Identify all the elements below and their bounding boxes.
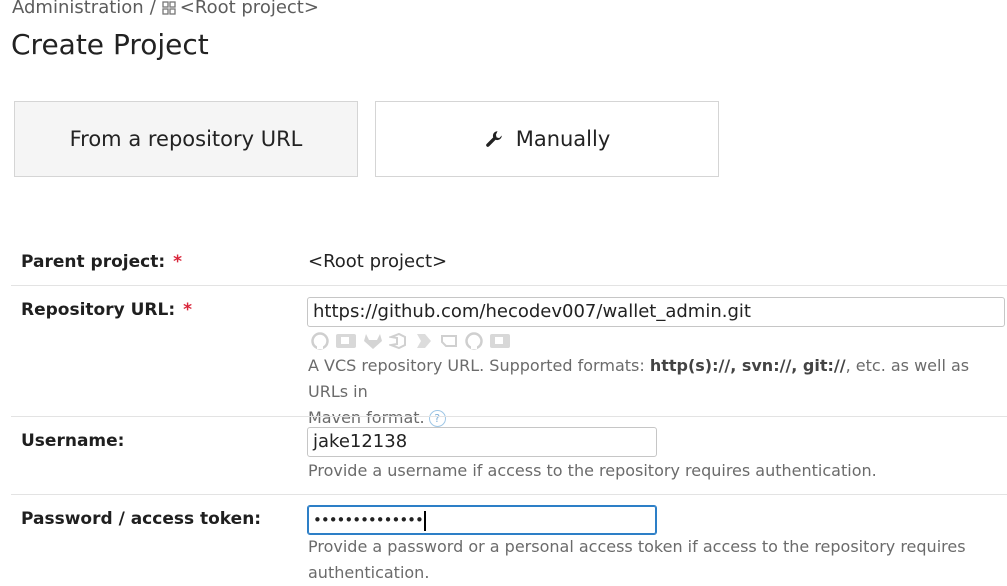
text-cursor [423, 510, 426, 531]
wrench-icon [485, 131, 502, 147]
parent-project-label: Parent project: * [21, 252, 182, 272]
bitbucket-icon[interactable] [335, 332, 357, 350]
label-text: Parent project: [21, 252, 166, 272]
github-icon[interactable] [311, 332, 329, 350]
gitlab-icon[interactable] [363, 332, 383, 350]
help-icon[interactable]: ? [428, 410, 446, 427]
divider [11, 285, 1007, 286]
breadcrumb-root-project-link[interactable]: <Root project> [180, 0, 319, 18]
divider [11, 416, 1007, 417]
bitbucket-cloud-icon[interactable] [489, 332, 511, 350]
password-label: Password / access token: [21, 509, 262, 529]
repository-url-label: Repository URL: * [21, 300, 192, 320]
project-icon [162, 0, 176, 15]
azure-devops-icon[interactable] [389, 332, 407, 350]
github-enterprise-icon[interactable] [465, 332, 483, 350]
hint-text: Maven format. [308, 408, 425, 427]
divider [11, 494, 1007, 495]
breadcrumb: Administration / <Root project> [12, 0, 319, 18]
tab-manually[interactable]: Manually [375, 101, 719, 177]
space-icon[interactable] [439, 332, 459, 350]
username-hint: Provide a username if access to the repo… [308, 461, 877, 480]
password-input[interactable]: •••••••••••••• [307, 505, 657, 535]
hint-text: Provide a password or a personal access … [308, 537, 966, 556]
vcs-icons [311, 332, 511, 350]
breadcrumb-administration-link[interactable]: Administration [12, 0, 144, 18]
bitbucket-server-icon[interactable] [413, 332, 433, 350]
password-value: •••••••••••••• [313, 511, 424, 529]
tab-label: Manually [515, 127, 611, 151]
tab-label: From a repository URL [69, 127, 303, 151]
tab-from-repository-url[interactable]: From a repository URL [14, 101, 358, 177]
label-text: Repository URL: [21, 300, 176, 320]
breadcrumb-separator: / [149, 0, 156, 18]
hint-text: authentication. [308, 563, 430, 582]
repository-url-input[interactable]: https://github.com/hecodev007/wallet_adm… [307, 297, 1005, 327]
required-mark: * [173, 252, 182, 272]
required-mark: * [183, 300, 192, 320]
username-label: Username: [21, 431, 125, 451]
hint-formats: http(s)://, svn://, git:// [649, 356, 846, 375]
parent-project-value: <Root project> [308, 251, 448, 272]
repository-url-hint: A VCS repository URL. Supported formats:… [308, 353, 998, 431]
username-input[interactable]: jake12138 [307, 427, 657, 457]
page-title: Create Project [11, 28, 209, 61]
hint-text: A VCS repository URL. Supported formats: [308, 356, 650, 375]
password-hint: Provide a password or a personal access … [308, 534, 998, 586]
